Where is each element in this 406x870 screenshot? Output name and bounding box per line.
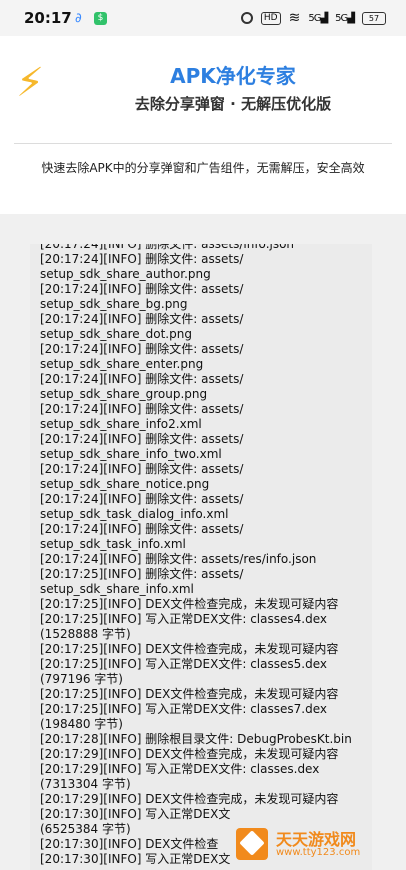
log-line: [20:17:24][INFO] 删除文件: assets/ [40, 372, 244, 386]
app-notification-icon-2: $ [94, 12, 107, 25]
wifi-icon: ≋ [288, 10, 301, 26]
hd-icon: HD [260, 11, 281, 25]
signal-icon-1: 5G▟ [308, 12, 328, 24]
status-bar: 20:17 ∂ $ HD ≋ 5G▟ 5G▟ 57 [0, 0, 406, 36]
log-line: setup_sdk_share_bg.png [40, 297, 188, 311]
log-line: [20:17:24][INFO] 删除文件: assets/ [40, 432, 244, 446]
watermark-url: www.tty123.com [276, 847, 361, 858]
app-description: 快速去除APK中的分享弹窗和广告组件，无需解压，安全高效 [41, 161, 365, 175]
log-line: [20:17:25][INFO] 写入正常DEX文件: classes7.dex [40, 702, 327, 716]
log-line: (797196 字节) [40, 672, 123, 686]
log-line: [20:17:28][INFO] 删除根目录文件: DebugProbesKt.… [40, 732, 352, 746]
log-line: (7313304 字节) [40, 777, 131, 791]
log-line: [20:17:24][INFO] 删除文件: assets/ [40, 312, 244, 326]
log-line: [20:17:24][INFO] 删除文件: assets/ [40, 402, 244, 416]
status-icons: HD ≋ 5G▟ 5G▟ 57 [240, 9, 386, 27]
log-line: [20:17:30][INFO] 写入正常DEX文 [40, 807, 231, 821]
status-time: 20:17 [24, 9, 72, 27]
log-line: [20:17:24][INFO] 删除文件: assets/ [40, 492, 244, 506]
watermark: 天天游戏网 www.tty123.com [236, 826, 386, 866]
log-line: [20:17:25][INFO] 删除文件: assets/ [40, 567, 244, 581]
log-line: setup_sdk_share_info_two.xml [40, 447, 222, 461]
watermark-logo-icon [236, 828, 268, 860]
log-line: [20:17:30][INFO] 写入正常DEX文 [40, 852, 231, 866]
log-line: [20:17:25][INFO] DEX文件检查完成，未发现可疑内容 [40, 687, 339, 701]
log-line: setup_sdk_share_author.png [40, 267, 211, 281]
log-line: [20:17:24][INFO] 删除文件: assets/ [40, 282, 244, 296]
log-line: setup_sdk_share_notice.png [40, 477, 210, 491]
log-line: [20:17:25][INFO] DEX文件检查完成，未发现可疑内容 [40, 642, 339, 656]
battery-icon: 57 [362, 11, 386, 25]
app-header: ⚡ APK净化专家 去除分享弹窗 · 无解压优化版 快速去除APK中的分享弹窗和… [0, 36, 406, 214]
app-subtitle: 去除分享弹窗 · 无解压优化版 [134, 95, 332, 113]
log-line: [20:17:24][INFO] 删除文件: assets/res/info.j… [40, 552, 317, 566]
log-line: setup_sdk_share_enter.png [40, 357, 204, 371]
log-line: [20:17:29][INFO] 写入正常DEX文件: classes.dex [40, 762, 320, 776]
log-line: [20:17:24][INFO] 删除文件: assets/ [40, 252, 244, 266]
log-line: setup_sdk_task_dialog_info.xml [40, 507, 229, 521]
log-line: [20:17:25][INFO] 写入正常DEX文件: classes4.dex [40, 612, 327, 626]
log-line: [20:17:24][INFO] 删除文件: assets/ [40, 462, 244, 476]
log-line: setup_sdk_task_info.xml [40, 537, 186, 551]
header-divider [14, 143, 392, 144]
log-line: setup_sdk_share_group.png [40, 387, 208, 401]
log-line: setup_sdk_share_dot.png [40, 327, 192, 341]
log-line: (6525384 字节) [40, 822, 131, 836]
log-area: [20:17:24][INFO] 删除文件: assets/info.json[… [0, 214, 406, 870]
alarm-icon [240, 12, 253, 24]
log-line: [20:17:25][INFO] DEX文件检查完成，未发现可疑内容 [40, 597, 339, 611]
log-line: [20:17:29][INFO] DEX文件检查完成，未发现可疑内容 [40, 792, 339, 806]
log-line: (198480 字节) [40, 717, 123, 731]
log-line: setup_sdk_share_info.xml [40, 582, 194, 596]
signal-icon-2: 5G▟ [335, 12, 355, 24]
log-line: (1528888 字节) [40, 627, 131, 641]
log-panel[interactable]: [20:17:24][INFO] 删除文件: assets/info.json[… [30, 244, 372, 870]
log-line: [20:17:24][INFO] 删除文件: assets/info.json [40, 244, 295, 251]
log-line: [20:17:30][INFO] DEX文件检查 [40, 837, 219, 851]
log-line: [20:17:24][INFO] 删除文件: assets/ [40, 522, 244, 536]
log-line: [20:17:29][INFO] DEX文件检查完成，未发现可疑内容 [40, 747, 339, 761]
log-line: [20:17:24][INFO] 删除文件: assets/ [40, 342, 244, 356]
log-line: [20:17:25][INFO] 写入正常DEX文件: classes5.dex [40, 657, 327, 671]
app-title: APK净化专家 [170, 64, 296, 88]
app-notification-icon: ∂ [75, 11, 82, 26]
log-line: setup_sdk_share_info2.xml [40, 417, 202, 431]
lightning-bolt-icon: ⚡ [16, 60, 45, 106]
